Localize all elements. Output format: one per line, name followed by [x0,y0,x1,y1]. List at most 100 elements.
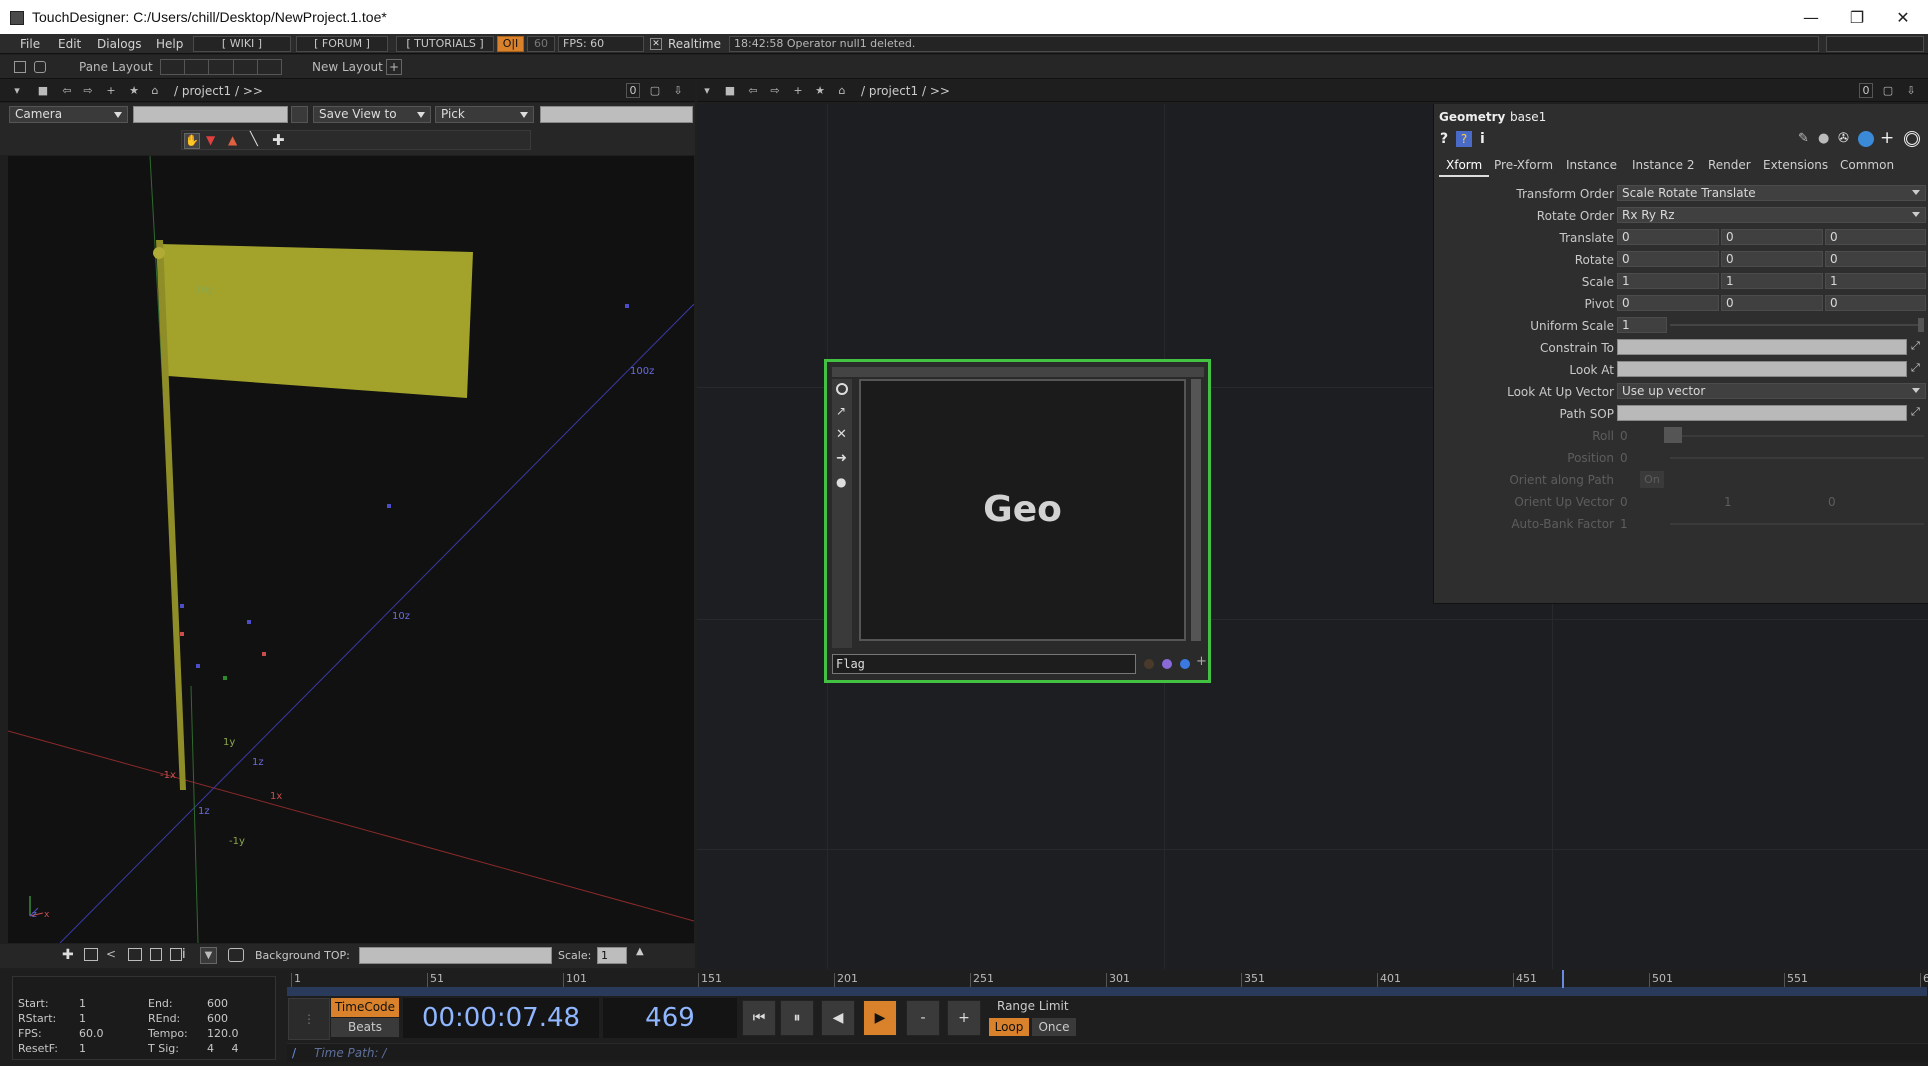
frame-display[interactable]: 469 [603,998,737,1038]
perform-toggle[interactable]: O|I [497,36,524,52]
orient-up-z[interactable]: 0 [1828,495,1836,509]
node-bypass-icon[interactable]: ↗ [836,404,846,418]
scale-field[interactable]: 1 [597,947,627,964]
node-flag-dot-3[interactable] [1180,659,1190,669]
fps-cap[interactable]: 60 [527,36,555,52]
layout-preset-3[interactable] [209,60,234,74]
auto-bank-value[interactable]: 1 [1620,517,1628,531]
add-icon[interactable]: + [104,84,118,98]
timeline-ruler[interactable]: 151101151201251301351401451501551600 [287,971,1928,987]
menu-dialogs[interactable]: Dialogs [97,37,141,51]
view-menu-icon[interactable]: ▼ [200,947,217,964]
stop-icon[interactable]: ■ [36,84,50,98]
background-top-field[interactable] [359,947,552,964]
tab-xform[interactable]: Xform [1446,158,1482,172]
share-icon[interactable]: < [106,947,116,961]
position-value[interactable]: 0 [1620,451,1628,465]
left-pane-zero[interactable]: 0 [626,83,640,98]
bookmark-star-icon[interactable]: ★ [813,84,827,98]
step-plus-button[interactable]: + [947,1000,981,1036]
info-icon[interactable]: i [182,947,186,962]
node-flag-dot-2[interactable] [1162,659,1172,669]
scale-stepper-icon[interactable]: ▲ [636,946,644,957]
minimize-button[interactable]: — [1788,0,1834,34]
pick-dropdown[interactable]: Pick [435,106,534,123]
geo-node[interactable]: ↗ ✕ ➜ ● Geo Flag + [824,359,1211,683]
auto-bank-slider[interactable] [1670,523,1924,525]
constrain-to-field[interactable] [1617,339,1907,355]
wireframe-icon[interactable] [128,948,142,961]
orient-up-x[interactable]: 0 [1620,495,1628,509]
forum-button[interactable]: [ FORUM ] [296,36,388,52]
perspective-icon[interactable]: ▲ [228,133,237,147]
add-icon[interactable]: + [1880,128,1894,148]
step-minus-button[interactable]: - [906,1000,940,1036]
translate-y-field[interactable]: 0 [1721,229,1823,245]
look-at-field[interactable] [1617,361,1907,377]
pane-menu-icon[interactable]: ▾ [10,84,24,98]
look-at-up-vector-menu[interactable]: Use up vector [1617,383,1926,399]
stat-fps-value[interactable]: 60.0 [79,1027,104,1040]
tab-instance-2[interactable]: Instance 2 [1632,158,1695,172]
node-viewer-toggle-icon[interactable] [836,383,848,395]
wrench-icon[interactable]: ✇ [1838,131,1849,146]
camera-path-button[interactable] [291,106,308,123]
beats-toggle[interactable]: Beats [331,1018,399,1037]
transform-order-menu[interactable]: Scale Rotate Translate [1617,185,1926,201]
menu-file[interactable]: File [20,37,40,51]
stop-icon[interactable]: ■ [723,84,737,98]
node-export-icon[interactable]: ➜ [836,451,847,466]
layout-preset-4[interactable] [234,60,258,74]
tab-common[interactable]: Common [1840,158,1894,172]
menu-edit[interactable]: Edit [58,37,81,51]
display-icon[interactable] [150,948,162,961]
rotate-y-field[interactable]: 0 [1721,251,1823,267]
back-icon[interactable]: ⇦ [746,84,760,98]
position-slider[interactable] [1670,457,1924,459]
path-picker-icon[interactable]: ⤢ [1911,361,1920,375]
scale-z-field[interactable]: 1 [1825,273,1926,289]
path-sop-field[interactable] [1617,405,1907,421]
stat-rstart-value[interactable]: 1 [79,1012,86,1025]
once-toggle[interactable]: Once [1032,1018,1076,1036]
layout-preset-5[interactable] [258,60,281,74]
home-icon[interactable] [34,61,46,73]
pin-icon[interactable]: ▼ [206,133,215,147]
step-back-button[interactable]: ◀ [821,1000,855,1036]
node-lock-icon[interactable]: ✕ [836,427,847,442]
uniform-scale-field[interactable]: 1 [1617,317,1667,333]
maximize-pane-icon[interactable]: ▢ [648,84,662,98]
path-picker-icon[interactable]: ⤢ [1911,339,1920,353]
realtime-checkbox[interactable]: ✕ [650,38,662,50]
edit-icon[interactable]: ✎ [1798,131,1809,146]
tab-render[interactable]: Render [1708,158,1751,172]
uniform-scale-slider-handle[interactable] [1918,318,1924,332]
tab-instance[interactable]: Instance [1566,158,1617,172]
orient-up-y[interactable]: 1 [1724,495,1732,509]
stat-tsig-value[interactable]: 4 4 [207,1042,238,1055]
right-pane-zero[interactable]: 0 [1859,83,1873,98]
target-icon[interactable] [1904,131,1920,147]
layout-icon[interactable] [14,61,26,73]
node-cook-icon[interactable]: ● [836,475,846,489]
tab-extensions[interactable]: Extensions [1763,158,1828,172]
time-path-label[interactable]: Time Path: / [314,1046,386,1060]
scale-y-field[interactable]: 1 [1721,273,1823,289]
measure-icon[interactable]: ╲ [250,132,258,147]
pivot-y-field[interactable]: 0 [1721,295,1823,311]
roll-slider[interactable] [1670,435,1924,437]
forward-icon[interactable]: ⇨ [81,84,95,98]
maximize-button[interactable]: ❐ [1834,0,1880,34]
timeline-sidebar-toggle[interactable]: ⋮ [288,998,330,1040]
forward-icon[interactable]: ⇨ [768,84,782,98]
roll-value[interactable]: 0 [1620,429,1628,443]
comment-icon[interactable]: ● [1818,131,1829,146]
layout-preset-1[interactable] [161,60,186,74]
python-icon[interactable] [1858,131,1874,147]
pivot-x-field[interactable]: 0 [1617,295,1719,311]
tutorials-button[interactable]: [ TUTORIALS ] [396,36,494,52]
left-pane-path[interactable]: / project1 / >> [174,84,263,98]
stat-rend-value[interactable]: 600 [207,1012,228,1025]
rotate-z-field[interactable]: 0 [1825,251,1926,267]
close-button[interactable]: ✕ [1880,0,1926,34]
